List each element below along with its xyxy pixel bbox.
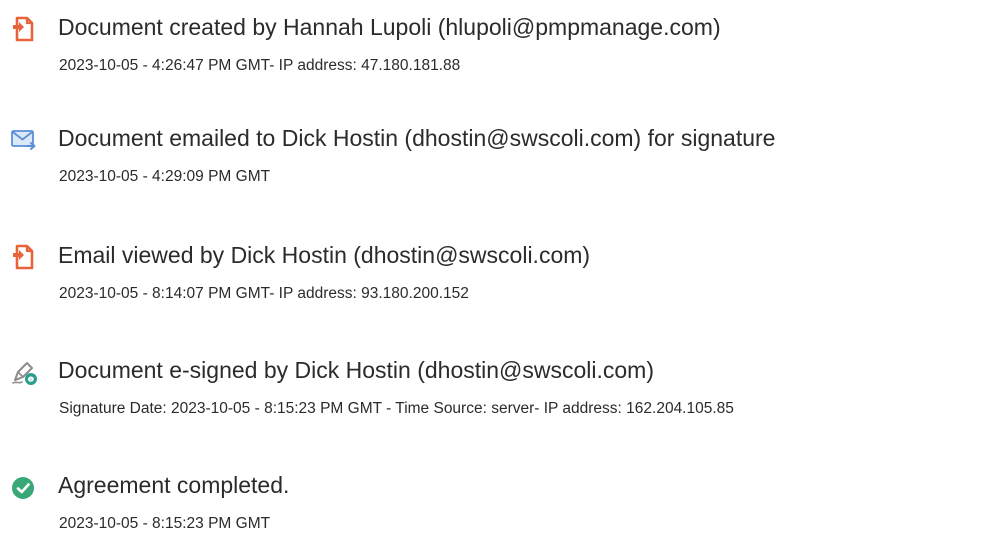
- event-title: Document emailed to Dick Hostin (dhostin…: [58, 125, 776, 151]
- document-icon: [10, 15, 38, 43]
- email-sent-icon: [10, 126, 38, 154]
- check-circle-icon: [10, 473, 38, 501]
- pen-sign-icon: [10, 358, 38, 386]
- event-detail: Signature Date: 2023-10-05 - 8:15:23 PM …: [59, 400, 734, 417]
- event-title: Document created by Hannah Lupoli (hlupo…: [58, 14, 721, 40]
- event-detail: 2023-10-05 - 4:26:47 PM GMT- IP address:…: [59, 57, 461, 74]
- event-title: Email viewed by Dick Hostin (dhostin@sws…: [58, 242, 591, 268]
- document-icon: [10, 243, 38, 271]
- event-detail: 2023-10-05 - 8:14:07 PM GMT- IP address:…: [59, 285, 469, 302]
- event-title: Agreement completed.: [58, 472, 290, 498]
- event-detail: 2023-10-05 - 8:15:23 PM GMT: [59, 515, 271, 532]
- event-detail: 2023-10-05 - 4:29:09 PM GMT: [59, 168, 271, 185]
- event-title: Document e-signed by Dick Hostin (dhosti…: [58, 357, 655, 383]
